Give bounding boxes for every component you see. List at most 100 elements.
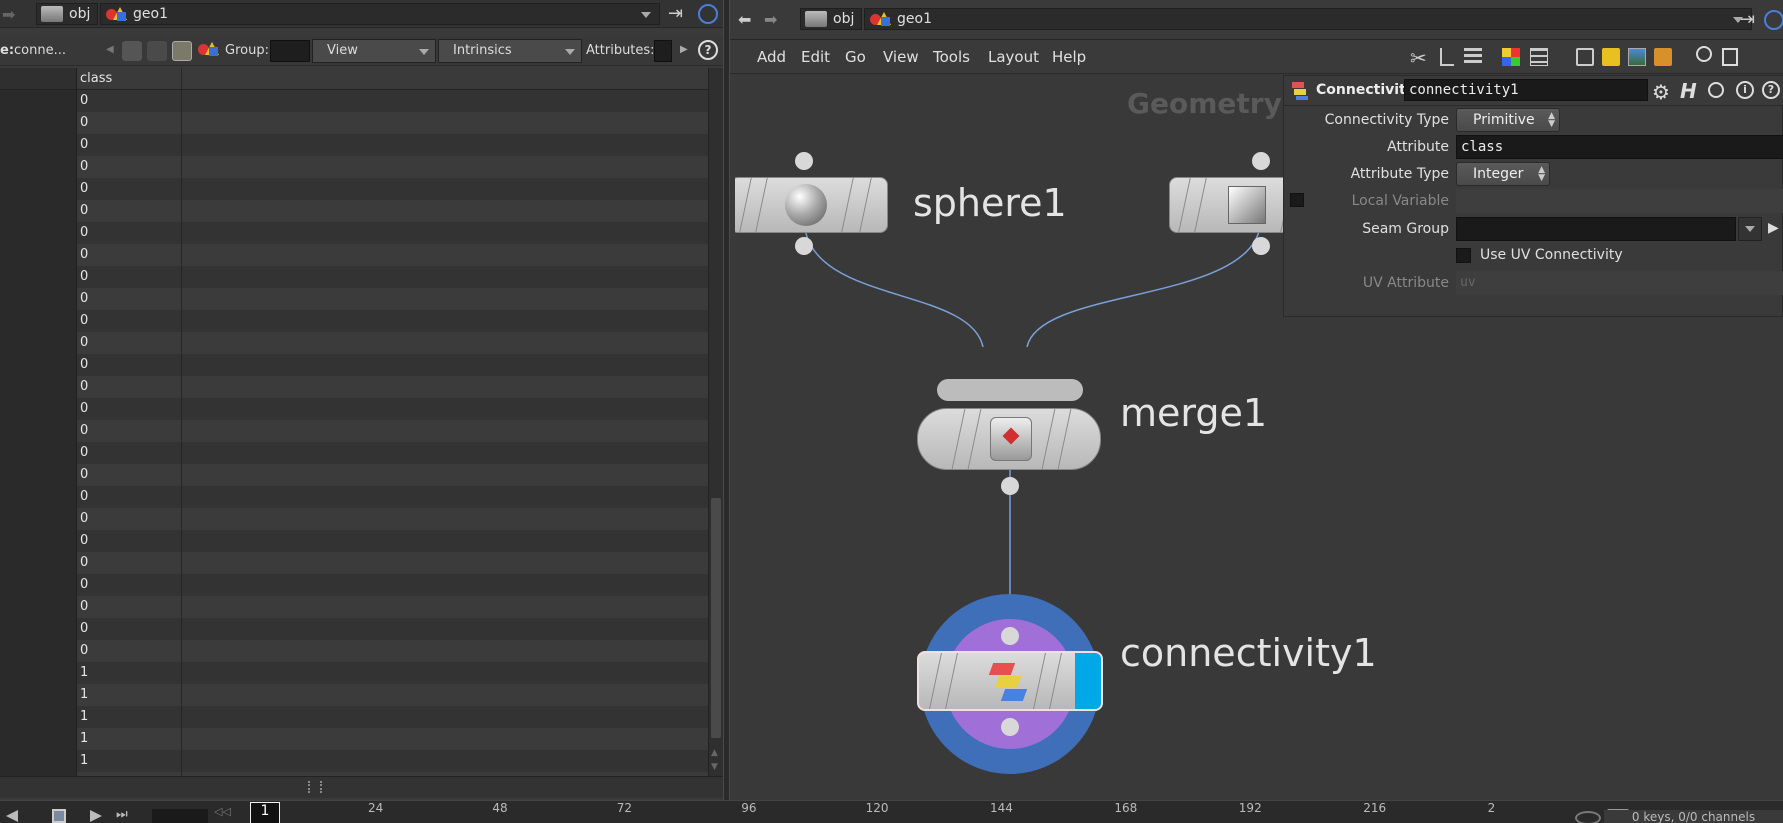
class-cell[interactable]: 0 [77,200,182,222]
points-icon[interactable] [122,41,142,61]
image-icon[interactable] [1628,48,1646,66]
seam-group-field[interactable] [1456,217,1736,241]
attributes-field[interactable] [654,40,672,62]
class-cell[interactable]: 1 [77,662,182,684]
class-cell[interactable]: 0 [77,90,182,112]
merge-node[interactable] [917,408,1101,470]
row-index-cell[interactable] [0,618,77,640]
class-cell[interactable]: 0 [77,398,182,420]
box-input-connector[interactable] [1252,152,1270,170]
connectivity-node[interactable] [917,651,1103,711]
node-name-field[interactable]: conne... [14,43,66,58]
select-arrow-icon[interactable]: ▶ [1768,220,1779,236]
detail-icon[interactable] [197,41,219,61]
scroll-thumb[interactable] [711,498,721,738]
play-icon[interactable] [90,810,102,822]
spreadsheet-horizontal-scrollbar[interactable] [0,776,723,798]
list-icon[interactable] [1464,48,1482,66]
class-cell[interactable]: 0 [77,134,182,156]
merge-node-label[interactable]: merge1 [1120,391,1267,435]
back-arrow-icon[interactable]: ⬅ [738,10,751,29]
merge-input-bar[interactable] [937,379,1083,401]
class-cell[interactable]: 0 [77,112,182,134]
vertices-icon[interactable] [147,41,167,61]
class-cell[interactable]: 0 [77,596,182,618]
network-box-icon[interactable] [1576,48,1594,66]
class-cell[interactable]: 0 [77,552,182,574]
row-index-cell[interactable] [0,288,77,310]
intrinsics-dropdown[interactable]: Intrinsics [438,39,582,63]
display-flag[interactable] [1075,653,1101,709]
sphere-input-connector[interactable] [795,152,813,170]
row-index-cell[interactable] [0,222,77,244]
scroll-up-icon[interactable]: ▲ [711,748,718,758]
row-index-cell[interactable] [0,90,77,112]
row-index-cell[interactable] [0,200,77,222]
row-index-cell[interactable] [0,530,77,552]
breadcrumb-geo[interactable]: geo1 [100,3,660,25]
row-index-cell[interactable] [0,486,77,508]
link-icon[interactable] [698,4,718,24]
class-cell[interactable]: 0 [77,310,182,332]
row-index-cell[interactable] [0,398,77,420]
class-cell[interactable]: 0 [77,640,182,662]
grid-icon[interactable] [1530,48,1548,66]
menu-add[interactable]: Add [757,48,786,66]
merge-output-connector[interactable] [1001,477,1019,495]
row-index-cell[interactable] [0,134,77,156]
row-index-cell[interactable] [0,750,77,772]
row-index-cell[interactable] [0,354,77,376]
wire-sphere-merge[interactable] [803,217,984,348]
row-index-cell[interactable] [0,684,77,706]
row-index-cell[interactable] [0,552,77,574]
help-icon[interactable]: ? [698,40,718,60]
attribute-type-menu[interactable]: Integer ▲ ▼ [1456,162,1550,186]
row-index-cell[interactable] [0,640,77,662]
row-index-cell[interactable] [0,728,77,750]
row-index-cell[interactable] [0,376,77,398]
tree-icon[interactable] [1440,48,1454,66]
class-cell[interactable]: 0 [77,618,182,640]
use-uv-checkbox[interactable] [1456,248,1471,263]
class-cell[interactable]: 0 [77,244,182,266]
local-variable-toggle[interactable] [1290,193,1304,207]
class-cell[interactable]: 0 [77,156,182,178]
resize-handle-icon[interactable] [308,781,322,793]
attribute-field[interactable]: class [1456,135,1783,159]
class-cell[interactable]: 0 [77,420,182,442]
class-cell[interactable]: 0 [77,222,182,244]
class-cell[interactable]: 1 [77,750,182,772]
connectivity-type-menu[interactable]: Primitive ▲ ▼ [1456,108,1560,132]
row-index-cell[interactable] [0,662,77,684]
sphere-node-label[interactable]: sphere1 [913,181,1067,225]
row-index-cell[interactable] [0,112,77,134]
forward-arrow-icon[interactable]: ➡ [764,10,777,29]
view-dropdown[interactable]: View [312,39,436,63]
row-index-cell[interactable] [0,574,77,596]
houdini-help-icon[interactable]: H [1680,79,1697,103]
prev-arrow-icon[interactable]: ◀ [106,44,114,55]
gear-icon[interactable]: ⚙ [1652,80,1670,104]
info-icon[interactable]: i [1736,81,1754,99]
play-reverse-icon[interactable] [6,810,18,822]
color-palette-icon[interactable] [1502,48,1520,66]
breadcrumb-obj[interactable]: obj [800,8,862,30]
search-icon[interactable] [1708,82,1724,98]
realtime-toggle-icon[interactable] [1575,811,1601,823]
sphere-output-connector[interactable] [795,237,813,255]
pin-icon[interactable]: ⇥ [668,3,683,24]
class-cell[interactable]: 1 [77,706,182,728]
menu-layout[interactable]: Layout [988,48,1039,66]
row-index-cell[interactable] [0,266,77,288]
breadcrumb-obj[interactable]: obj [36,3,98,25]
link-icon[interactable] [1764,10,1783,30]
row-index-cell[interactable] [0,156,77,178]
class-cell[interactable]: 0 [77,442,182,464]
class-cell[interactable]: 0 [77,574,182,596]
row-index-cell[interactable] [0,508,77,530]
menu-view[interactable]: View [883,48,919,66]
back-arrow-icon[interactable]: ➡ [2,5,15,24]
sticky-note-icon[interactable] [1602,48,1620,66]
class-cell[interactable]: 0 [77,178,182,200]
row-index-cell[interactable] [0,332,77,354]
